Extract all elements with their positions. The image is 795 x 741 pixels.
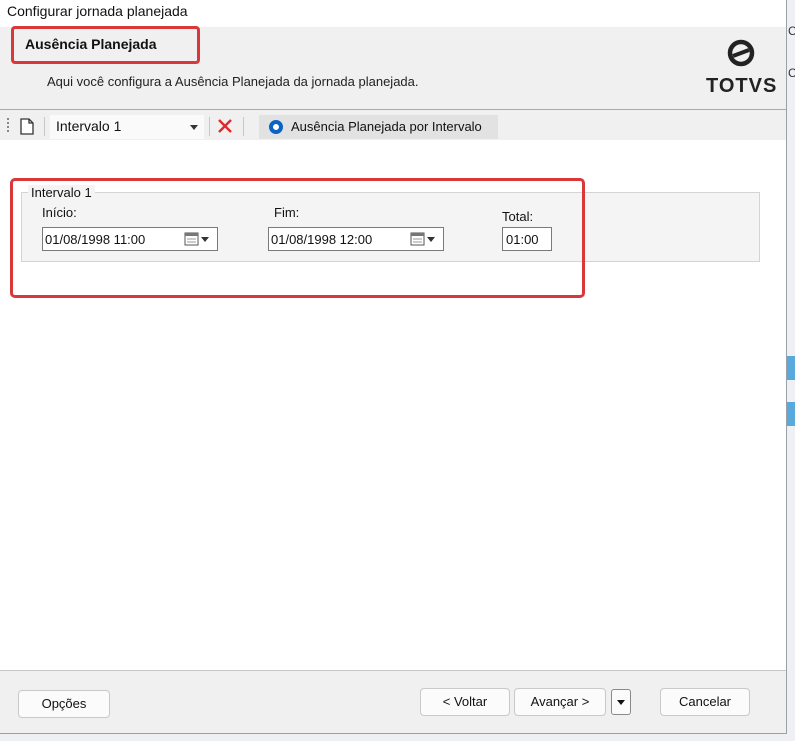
title-bar: Configurar jornada planejada bbox=[0, 0, 786, 27]
window-title: Configurar jornada planejada bbox=[7, 3, 188, 19]
next-options-dropdown[interactable] bbox=[611, 689, 631, 715]
chevron-down-icon bbox=[617, 700, 625, 705]
radio-selected-icon bbox=[269, 120, 283, 134]
background-selected-row bbox=[786, 356, 795, 380]
cancel-button[interactable]: Cancelar bbox=[660, 688, 750, 716]
background-window-edge: C C bbox=[786, 0, 795, 741]
toolbar-grip-handle[interactable] bbox=[7, 118, 9, 134]
toolbar-separator bbox=[209, 117, 210, 136]
toolbar-separator bbox=[44, 117, 45, 136]
wizard-header: Ausência Planejada Aqui você configura a… bbox=[0, 26, 786, 109]
delete-x-icon[interactable] bbox=[217, 118, 233, 134]
interval-toolbar: Intervalo 1 Ausência Planejada por Inter… bbox=[0, 110, 786, 140]
radio-label: Ausência Planejada por Intervalo bbox=[291, 119, 482, 134]
page-title: Ausência Planejada bbox=[25, 36, 157, 52]
back-button[interactable]: < Voltar bbox=[420, 688, 510, 716]
highlight-box bbox=[10, 178, 585, 298]
page-subtitle: Aqui você configura a Ausência Planejada… bbox=[47, 74, 419, 89]
toolbar-separator bbox=[243, 117, 244, 136]
chevron-down-icon bbox=[190, 125, 198, 130]
logo-text: TOTVS bbox=[706, 75, 778, 97]
background-fragment: C bbox=[788, 66, 795, 80]
background-fragment: C bbox=[788, 24, 795, 38]
interval-absence-radio[interactable]: Ausência Planejada por Intervalo bbox=[259, 115, 498, 139]
totvs-logo-icon bbox=[727, 39, 755, 67]
interval-select[interactable]: Intervalo 1 bbox=[50, 115, 204, 139]
next-button[interactable]: Avançar > bbox=[514, 688, 606, 716]
totvs-logo: TOTVS bbox=[706, 39, 776, 99]
configure-planned-journey-dialog: Configurar jornada planejada Ausência Pl… bbox=[0, 0, 787, 734]
interval-panel: Intervalo 1 Início: 01/08/1998 11:00 Fim… bbox=[0, 140, 786, 670]
options-button[interactable]: Opções bbox=[18, 690, 110, 718]
divider bbox=[0, 670, 786, 671]
interval-select-value: Intervalo 1 bbox=[56, 118, 122, 134]
new-document-icon[interactable] bbox=[20, 118, 34, 135]
background-selected-row bbox=[786, 402, 795, 426]
